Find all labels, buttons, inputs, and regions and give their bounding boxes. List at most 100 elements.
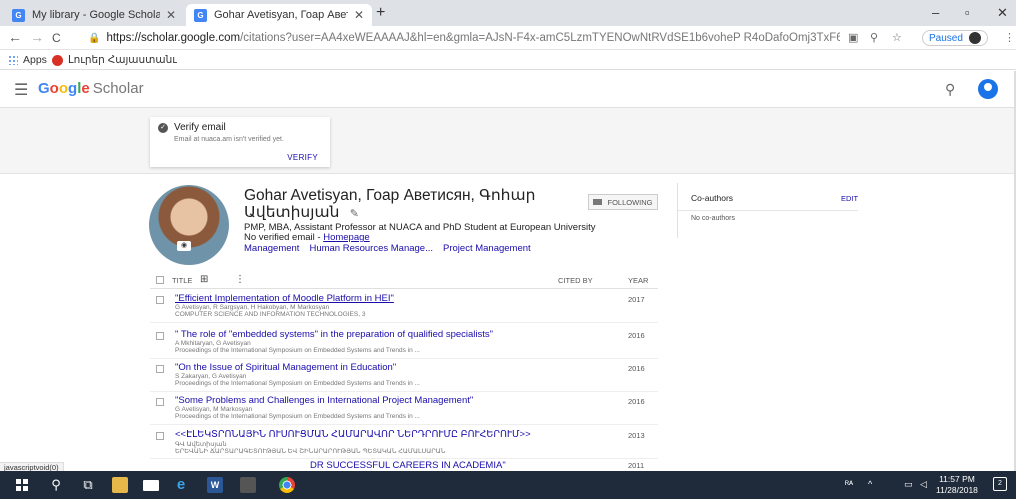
zoom-icon[interactable]: ⚲: [870, 31, 878, 44]
bookmark-news[interactable]: Լուրեր Հայաստանւ: [52, 54, 177, 66]
task-view-icon[interactable]: ⧉: [80, 477, 96, 493]
file-explorer-icon[interactable]: [112, 477, 128, 493]
interest-link[interactable]: Management: [244, 243, 299, 254]
homepage-link[interactable]: Homepage: [323, 232, 369, 243]
interest-link[interactable]: Project Management: [443, 243, 531, 254]
network-icon[interactable]: ▭: [904, 479, 913, 490]
verify-subtitle: Email at nuaca.am isn't verified yet.: [174, 136, 284, 143]
hamburger-menu-icon[interactable]: ☰: [14, 80, 28, 100]
volume-icon[interactable]: ◁: [920, 479, 927, 490]
notifications-icon[interactable]: 2: [993, 477, 1007, 491]
profile-paused-button[interactable]: Paused: [922, 30, 988, 46]
news-icon: [52, 54, 63, 66]
scholar-favicon-icon: G: [12, 8, 25, 22]
verify-email-banner: ✓ Verify email Email at nuaca.am isn't v…: [0, 108, 1014, 174]
windows-start-icon[interactable]: [14, 477, 30, 493]
coauthors-panel: Co-authors EDIT No co-authors: [677, 183, 1010, 238]
chrome-icon[interactable]: [279, 477, 295, 493]
article-venue: Proceedings of the International Symposi…: [175, 413, 420, 420]
search-icon[interactable]: ⚲: [945, 81, 955, 98]
article-year: 2011: [628, 461, 645, 470]
back-icon[interactable]: ←: [8, 29, 22, 45]
google-scholar-logo[interactable]: Google Scholar: [38, 80, 144, 97]
mail-icon[interactable]: [143, 480, 159, 491]
row-checkbox[interactable]: [156, 398, 164, 406]
profile-email: No verified email - Homepage: [244, 232, 370, 243]
search-icon[interactable]: ⚲: [48, 477, 64, 493]
media-player-icon[interactable]: [240, 477, 256, 493]
article-authors: S Zakaryan, G Avetisyan: [175, 373, 247, 380]
forward-icon[interactable]: →: [30, 29, 44, 45]
table-row: <<ԷԼԵԿՏՐՈՆԱՅԻՆ ՈՒՍՈՒՑՄԱՆ ՀԱՄԱՐԱՎՈՐ ՆԵՐԴՐ…: [150, 427, 658, 459]
article-title-link[interactable]: "Some Problems and Challenges in Interna…: [175, 395, 473, 406]
row-checkbox[interactable]: [156, 432, 164, 440]
verify-title: Verify email: [174, 122, 226, 133]
article-title-link[interactable]: <<ԷԼԵԿՏՐՈՆԱՅԻՆ ՈՒՍՈՒՑՄԱՆ ՀԱՄԱՐԱՎՈՐ ՆԵՐԴՐ…: [175, 429, 531, 440]
camera-icon[interactable]: ◉: [177, 241, 191, 251]
bookmark-star-icon[interactable]: ☆: [892, 31, 902, 44]
table-row: "On the Issue of Spiritual Management in…: [150, 360, 658, 392]
browser-menu-icon[interactable]: ⋮: [1004, 31, 1015, 44]
maximize-icon[interactable]: ▫: [965, 5, 970, 20]
scholar-header: ☰ Google Scholar ⚲: [0, 71, 1014, 108]
account-avatar-icon[interactable]: [978, 79, 998, 99]
cited-by-column-header[interactable]: CITED BY: [558, 276, 593, 285]
article-year: 2016: [628, 331, 645, 340]
close-window-icon[interactable]: ✕: [997, 5, 1008, 21]
url-input[interactable]: 🔒 https://scholar.google.com /citations?…: [88, 29, 840, 47]
article-title-link[interactable]: "Efficient Implementation of Moodle Plat…: [175, 293, 394, 304]
translate-icon[interactable]: ▣: [848, 31, 858, 44]
url-host: https://scholar.google.com: [106, 32, 241, 44]
article-title-link[interactable]: DR SUCCESSFUL CAREERS IN ACADEMIA": [310, 460, 506, 471]
tab-close-icon[interactable]: ✕: [354, 8, 364, 22]
tab-title: Gohar Avetisyan, Гоар Аветисян: [214, 9, 348, 21]
interest-link[interactable]: Human Resources Manage...: [309, 243, 433, 254]
article-year: 2017: [628, 295, 645, 304]
reload-icon[interactable]: C: [52, 31, 61, 45]
new-tab-button[interactable]: +: [376, 4, 385, 22]
articles-table-header: TITLE ⊞ ⋮ CITED BY YEAR: [150, 271, 658, 289]
browser-tab-strip: G My library - Google Scholar ✕ G Gohar …: [0, 0, 1016, 26]
article-authors: G Avetisyan, M Markosyan: [175, 406, 253, 413]
tab-profile[interactable]: G Gohar Avetisyan, Гоар Аветисян ✕: [186, 4, 372, 26]
year-column-header[interactable]: YEAR: [628, 276, 648, 285]
address-bar-row: ← → C 🔒 https://scholar.google.com /cita…: [0, 26, 1016, 50]
row-checkbox[interactable]: [156, 332, 164, 340]
internet-explorer-icon[interactable]: e: [173, 477, 189, 493]
tab-my-library[interactable]: G My library - Google Scholar ✕: [4, 4, 184, 26]
bookmark-label: Apps: [23, 54, 47, 66]
select-all-checkbox[interactable]: [156, 276, 164, 284]
paused-label: Paused: [929, 32, 963, 44]
following-button[interactable]: FOLLOWING: [588, 194, 658, 210]
title-column-header[interactable]: TITLE: [172, 276, 192, 285]
divider: [678, 210, 858, 211]
add-article-icon[interactable]: ⊞: [200, 274, 208, 285]
article-venue: Proceedings of the International Symposi…: [175, 380, 420, 387]
table-row: " The role of "embedded systems" in the …: [150, 327, 658, 359]
article-title-link[interactable]: "On the Issue of Spiritual Management in…: [175, 362, 396, 373]
scholar-favicon-icon: G: [194, 8, 207, 22]
bookmark-apps[interactable]: Apps: [8, 54, 47, 66]
taskbar-clock[interactable]: 11:57 PM 11/28/2018: [936, 474, 978, 496]
row-checkbox[interactable]: [156, 296, 164, 304]
bookmark-label: Լուրեր Հայաստանւ: [68, 54, 177, 66]
input-language-icon[interactable]: ᴿᴬ: [845, 479, 853, 489]
chevron-up-icon[interactable]: ^: [868, 479, 872, 489]
url-path: /citations?user=AA4xeWEAAAAJ&hl=en&gmla=…: [240, 32, 840, 44]
profile-interests: Management Human Resources Manage... Pro…: [244, 243, 531, 254]
verify-button[interactable]: VERIFY: [287, 153, 318, 162]
profile-avatar-icon: [968, 32, 981, 44]
coauthors-edit-button[interactable]: EDIT: [841, 194, 858, 203]
minimize-icon[interactable]: –: [932, 5, 939, 20]
article-year: 2013: [628, 431, 645, 440]
word-icon[interactable]: W: [207, 477, 223, 493]
table-row: "Efficient Implementation of Moodle Plat…: [150, 291, 658, 323]
tab-title: My library - Google Scholar: [32, 9, 160, 21]
more-options-icon[interactable]: ⋮: [235, 274, 245, 285]
article-title-link[interactable]: " The role of "embedded systems" in the …: [175, 329, 493, 340]
profile-photo[interactable]: ◉: [149, 185, 229, 265]
row-checkbox[interactable]: [156, 365, 164, 373]
check-circle-icon: ✓: [158, 122, 168, 133]
edit-pencil-icon[interactable]: ✎: [350, 208, 359, 220]
tab-close-icon[interactable]: ✕: [166, 8, 176, 22]
